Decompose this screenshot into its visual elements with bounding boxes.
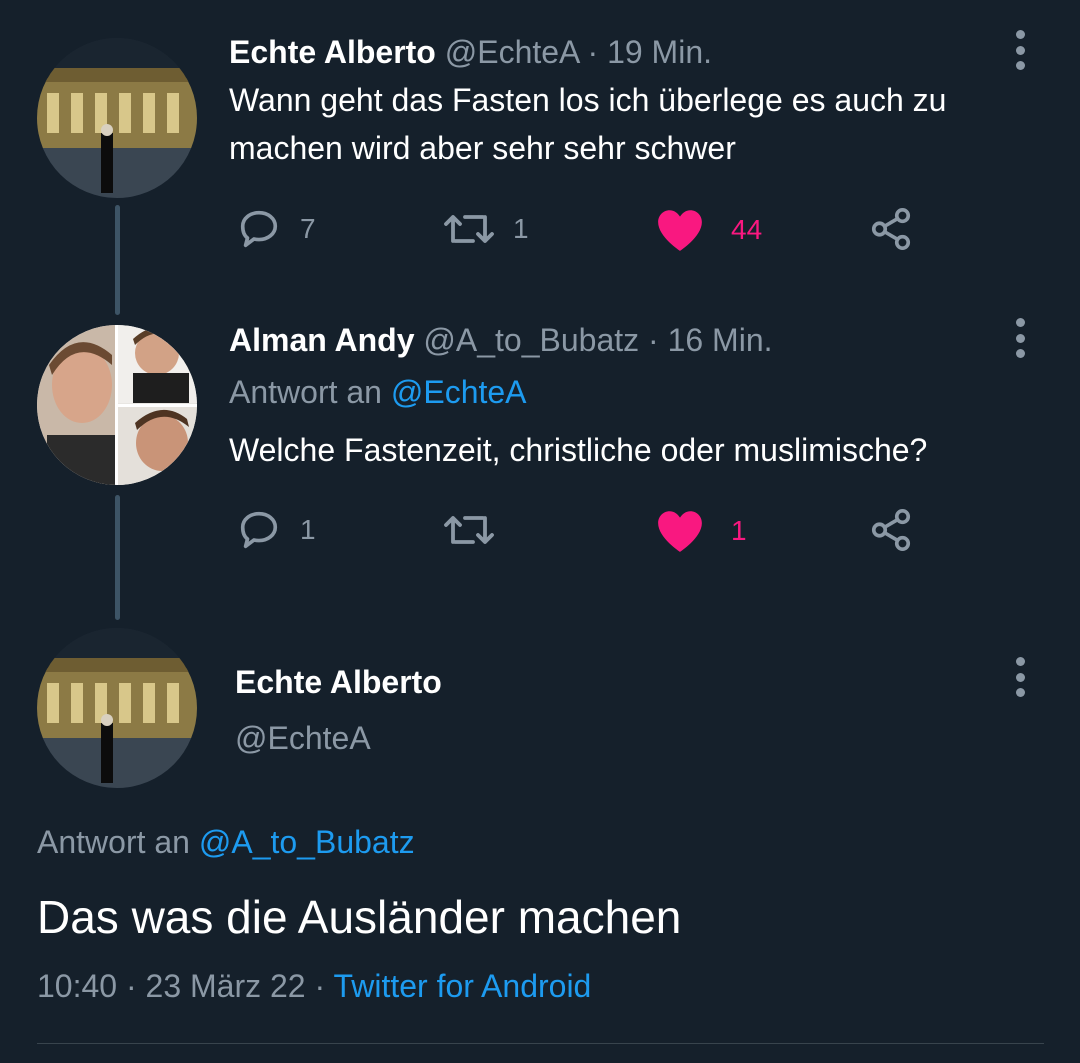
tweet-time[interactable]: · 16 Min. [648, 322, 772, 358]
like-button[interactable]: 1 [655, 508, 747, 554]
author-name[interactable]: Alman Andy [229, 322, 415, 358]
avatar[interactable] [37, 325, 197, 485]
retweet-button[interactable]: 1 [443, 208, 529, 250]
avatar-image [37, 38, 197, 198]
share-button[interactable] [868, 206, 914, 252]
author-handle[interactable]: @EchteA [445, 34, 579, 70]
reply-count: 1 [300, 514, 316, 545]
reply-button[interactable]: 7 [236, 206, 316, 252]
more-icon[interactable] [1010, 30, 1030, 70]
reply-icon [240, 511, 278, 549]
heart-icon [658, 511, 702, 552]
tweet-text: Das was die Ausländer machen [37, 891, 682, 943]
tweet-timestamp[interactable]: 10:40 · 23 März 22 · [37, 968, 325, 1004]
tweet-source-link[interactable]: Twitter for Android [333, 968, 591, 1004]
tweet-text: Welche Fastenzeit, christliche oder musl… [229, 432, 928, 468]
avatar-image [37, 628, 197, 788]
retweet-icon [444, 215, 494, 243]
divider [37, 1043, 1044, 1044]
like-count: 44 [731, 214, 763, 245]
avatar[interactable] [37, 628, 197, 788]
reply-prefix: Antwort an [229, 374, 382, 410]
reply-handle-link[interactable]: @A_to_Bubatz [199, 824, 415, 860]
share-icon [871, 208, 911, 250]
heart-icon [658, 210, 702, 251]
reply-icon [240, 210, 278, 248]
tweet-text: Wann geht das Fasten los ich überlege es… [229, 82, 947, 166]
tweet-header: Alman Andy @A_to_Bubatz · 16 Min. [229, 320, 773, 360]
tweet-meta: 10:40 · 23 März 22 · Twitter for Android [37, 965, 591, 1007]
reply-count: 7 [300, 213, 316, 244]
avatar[interactable] [37, 38, 197, 198]
like-count: 1 [731, 515, 747, 546]
share-button[interactable] [868, 507, 914, 553]
author-name[interactable]: Echte Alberto [229, 34, 436, 70]
more-icon[interactable] [1010, 657, 1030, 697]
retweet-button[interactable] [443, 509, 513, 551]
reply-context: Antwort an @A_to_Bubatz [37, 822, 415, 862]
tweet-time[interactable]: · 19 Min. [588, 34, 712, 70]
reply-button[interactable]: 1 [236, 507, 316, 553]
reply-prefix: Antwort an [37, 824, 190, 860]
thread-line [115, 495, 120, 620]
author-handle[interactable]: @EchteA [235, 718, 371, 758]
retweet-count: 1 [513, 213, 529, 244]
more-icon[interactable] [1010, 318, 1030, 358]
thread-line [115, 205, 120, 315]
author-handle[interactable]: @A_to_Bubatz [423, 322, 639, 358]
share-icon [871, 509, 911, 551]
avatar-image [37, 325, 197, 485]
author-name[interactable]: Echte Alberto [235, 662, 442, 702]
reply-handle-link[interactable]: @EchteA [391, 374, 527, 410]
tweet-header: Echte Alberto @EchteA · 19 Min. [229, 32, 712, 72]
retweet-icon [444, 516, 494, 544]
like-button[interactable]: 44 [655, 207, 762, 253]
reply-context: Antwort an @EchteA [229, 372, 527, 412]
